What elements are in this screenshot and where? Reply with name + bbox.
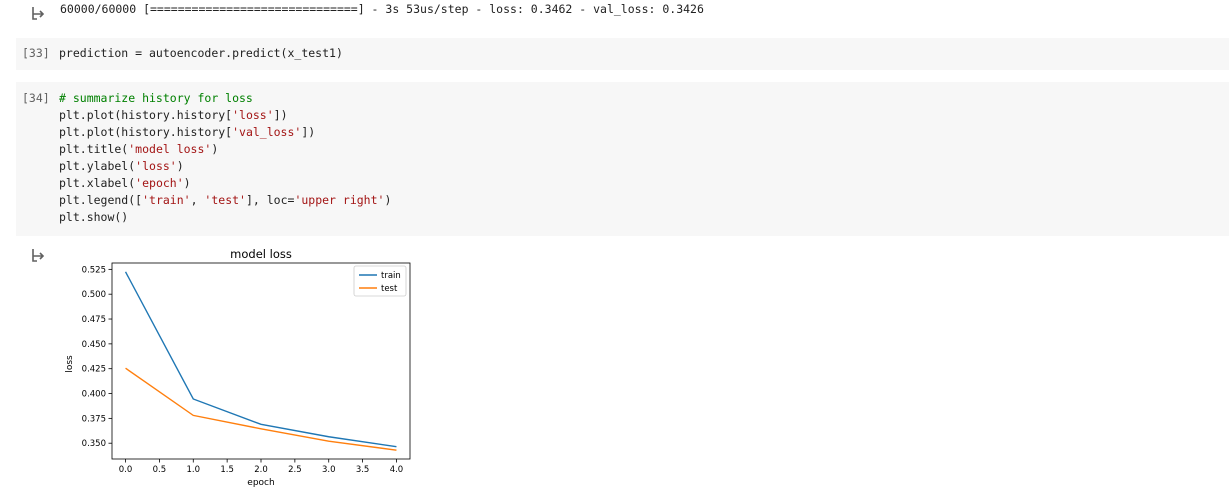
code-line: plt.legend(['train', 'test'], loc='upper…	[59, 192, 391, 209]
code-line: plt.ylabel('loss')	[59, 158, 391, 175]
code-token: 'train'	[142, 193, 191, 207]
code-token: plt.legend([	[59, 193, 143, 207]
code-token: plt.show()	[59, 210, 129, 224]
code-line: plt.plot(history.history['loss'])	[59, 107, 391, 124]
code-token: 'loss'	[135, 159, 177, 173]
chart-title: model loss	[230, 247, 292, 261]
code-token: ])	[273, 108, 288, 122]
code-token: )	[183, 176, 191, 190]
y-tick-label: 0.525	[82, 265, 106, 275]
code-token: ,	[190, 193, 205, 207]
code-token: 'epoch'	[135, 176, 184, 190]
cell-prompt: [34]	[22, 91, 50, 105]
y-axis-label: loss	[65, 355, 75, 373]
y-tick-label: 0.450	[82, 340, 106, 350]
cell-code[interactable]: prediction = autoencoder.predict(x_test1…	[59, 45, 343, 62]
code-token: )	[176, 159, 184, 173]
code-line: plt.show()	[59, 209, 391, 226]
code-line: prediction = autoencoder.predict(x_test1…	[59, 45, 343, 62]
code-token: 'loss'	[232, 108, 274, 122]
code-token: ])	[301, 125, 316, 139]
training-output-text: 60000/60000 [===========================…	[60, 2, 704, 16]
cell-prompt: [33]	[22, 46, 50, 60]
x-tick-label: 1.0	[187, 465, 201, 475]
code-line: plt.xlabel('epoch')	[59, 175, 391, 192]
y-tick-label: 0.375	[82, 414, 106, 424]
output-arrow-icon[interactable]	[31, 5, 47, 21]
code-token: 'test'	[204, 193, 246, 207]
y-tick-label: 0.500	[82, 290, 106, 300]
code-line: plt.plot(history.history['val_loss'])	[59, 124, 391, 141]
x-tick-label: 3.5	[356, 465, 370, 475]
cell-code[interactable]: # summarize history for loss plt.plot(his…	[59, 90, 391, 226]
x-tick-label: 4.0	[390, 465, 404, 475]
code-token: plt.plot(history.history[	[59, 125, 233, 139]
code-token: 'upper right'	[294, 193, 385, 207]
y-tick-label: 0.350	[82, 439, 106, 449]
y-tick-label: 0.475	[82, 315, 106, 325]
x-tick-label: 3.0	[322, 465, 336, 475]
output-arrow-icon[interactable]	[31, 247, 47, 263]
y-tick-label: 0.400	[82, 390, 106, 400]
code-line: plt.title('model loss')	[59, 141, 391, 158]
code-cell-34[interactable]: [34] # summarize history for loss plt.plo…	[16, 82, 1229, 236]
x-axis-label: epoch	[247, 478, 274, 488]
code-token: plt.xlabel(	[59, 176, 136, 190]
legend-label-train: train	[381, 271, 401, 281]
code-token: plt.title(	[59, 142, 129, 156]
y-tick-label: 0.425	[82, 365, 106, 375]
code-token: 'model loss'	[128, 142, 212, 156]
x-tick-label: 2.5	[288, 465, 302, 475]
code-token: 'val_loss'	[232, 125, 302, 139]
code-line: # summarize history for loss	[59, 90, 391, 107]
x-tick-label: 1.5	[220, 465, 234, 475]
code-token: )	[211, 142, 219, 156]
code-token: plt.ylabel(	[59, 159, 136, 173]
code-token: # summarize history for loss	[59, 91, 253, 105]
code-token: plt.plot(history.history[	[59, 108, 233, 122]
legend-label-test: test	[381, 284, 398, 294]
code-token: prediction = autoencoder.predict(x_test1…	[59, 46, 343, 60]
x-tick-label: 0.5	[153, 465, 167, 475]
code-token: ], loc=	[245, 193, 295, 207]
x-tick-label: 0.0	[119, 465, 133, 475]
code-cell-33[interactable]: [33] prediction = autoencoder.predict(x_…	[16, 38, 1229, 70]
code-token: )	[384, 193, 392, 207]
loss-chart: model loss 0.0 0.5 1.0 1.5 2.0 2.5 3.0 3.5 4.0 0.…	[65, 247, 411, 488]
x-tick-label: 2.0	[254, 465, 268, 475]
